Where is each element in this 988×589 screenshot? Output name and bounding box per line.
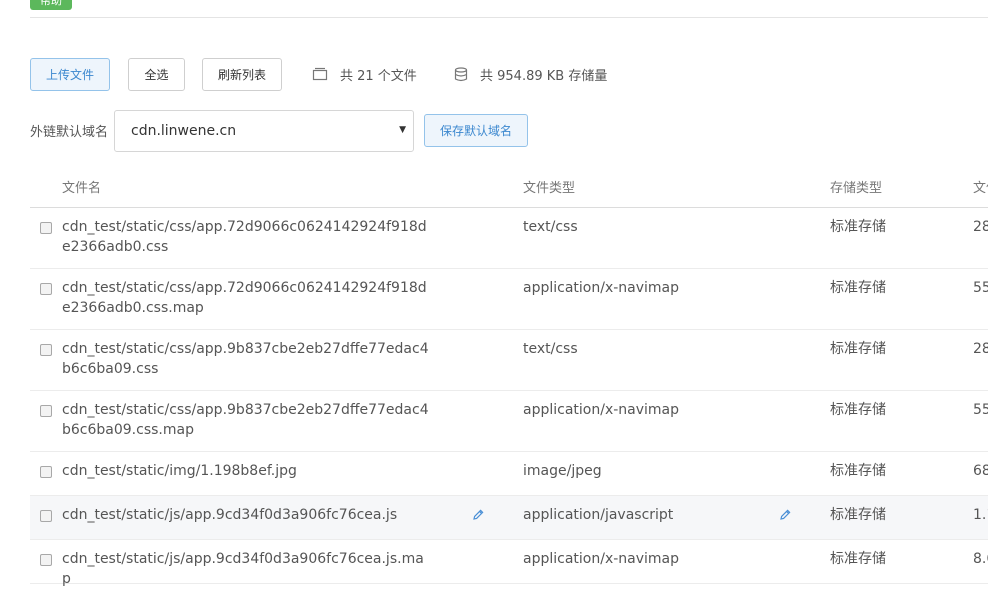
file-name: cdn_test/static/css/app.9b837cbe2eb27dff…	[62, 402, 429, 438]
divider	[30, 17, 988, 18]
row-checkbox[interactable]	[40, 405, 52, 417]
file-size: 68	[973, 463, 988, 479]
file-type: application/x-navimap	[523, 280, 680, 296]
edit-name-pencil-icon[interactable]	[471, 508, 485, 522]
database-icon	[454, 66, 468, 81]
storage-type: 标准存储	[830, 402, 886, 418]
storage-type: 标准存储	[830, 551, 886, 567]
file-size: 55	[973, 402, 988, 418]
file-type: text/css	[523, 219, 578, 235]
file-name: cdn_test/static/img/1.198b8ef.jpg	[62, 463, 297, 479]
file-type: application/javascript	[523, 507, 674, 523]
file-size: 55	[973, 280, 988, 296]
header-storage-type[interactable]: 存储类型	[830, 177, 882, 196]
row-checkbox[interactable]	[40, 344, 52, 356]
file-name: cdn_test/static/css/app.72d9066c06241429…	[62, 280, 427, 316]
file-box-icon	[312, 67, 328, 81]
save-default-domain-button[interactable]: 保存默认域名	[424, 114, 528, 147]
storage-type: 标准存储	[830, 507, 886, 523]
file-table: 文件名 文件类型 存储类型 文件大小 cdn_test/static/css/a…	[30, 164, 988, 587]
storage-type: 标准存储	[830, 341, 886, 357]
file-name: cdn_test/static/css/app.72d9066c06241429…	[62, 219, 427, 255]
storage-total-stat: 共 954.89 KB 存储量	[454, 64, 607, 84]
header-file-type[interactable]: 文件类型	[523, 177, 575, 196]
file-type: text/css	[523, 341, 578, 357]
table-row[interactable]: cdn_test/static/css/app.72d9066c06241429…	[30, 208, 988, 269]
file-name: cdn_test/static/css/app.9b837cbe2eb27dff…	[62, 341, 429, 377]
refresh-list-button[interactable]: 刷新列表	[202, 58, 282, 91]
file-size: 28	[973, 341, 988, 357]
file-type: application/x-navimap	[523, 402, 680, 418]
row-checkbox[interactable]	[40, 510, 52, 522]
file-size: 8.6	[973, 551, 988, 567]
selected-domain: cdn.linwene.cn	[131, 123, 237, 139]
table-row[interactable]: cdn_test/static/js/app.9cd34f0d3a906fc76…	[30, 540, 988, 587]
file-count-stat: 共 21 个文件	[312, 64, 417, 84]
storage-type: 标准存储	[830, 463, 886, 479]
table-row[interactable]: cdn_test/static/css/app.9b837cbe2eb27dff…	[30, 330, 988, 391]
row-checkbox[interactable]	[40, 554, 52, 566]
file-count-text: 共 21 个文件	[340, 68, 417, 84]
edit-type-pencil-icon[interactable]	[778, 508, 792, 522]
storage-total-text: 共 954.89 KB 存储量	[480, 68, 608, 84]
file-name: cdn_test/static/js/app.9cd34f0d3a906fc76…	[62, 551, 424, 587]
table-row[interactable]: cdn_test/static/img/1.198b8ef.jpg image/…	[30, 452, 988, 496]
default-domain-label: 外链默认域名	[30, 125, 109, 140]
row-checkbox[interactable]	[40, 466, 52, 478]
caret-down-icon: ▼	[399, 125, 406, 135]
table-row[interactable]: cdn_test/static/css/app.72d9066c06241429…	[30, 269, 988, 330]
file-size: 1.1	[973, 507, 988, 523]
header-file-size[interactable]: 文件大小	[973, 177, 988, 196]
table-row[interactable]: cdn_test/static/css/app.9b837cbe2eb27dff…	[30, 391, 988, 452]
file-name: cdn_test/static/js/app.9cd34f0d3a906fc76…	[62, 507, 398, 523]
row-checkbox[interactable]	[40, 283, 52, 295]
header-file-name[interactable]: 文件名	[62, 177, 101, 196]
file-type: image/jpeg	[523, 463, 602, 479]
storage-type: 标准存储	[830, 219, 886, 235]
table-header: 文件名 文件类型 存储类型 文件大小	[30, 164, 988, 208]
default-domain-select[interactable]: cdn.linwene.cn ▼	[114, 110, 414, 152]
file-type: application/x-navimap	[523, 551, 680, 567]
help-button[interactable]: 帮助	[30, 0, 72, 10]
select-all-button[interactable]: 全选	[128, 58, 185, 91]
storage-type: 标准存储	[830, 280, 886, 296]
upload-file-button[interactable]: 上传文件	[30, 58, 110, 91]
file-size: 28	[973, 219, 988, 235]
row-checkbox[interactable]	[40, 222, 52, 234]
table-row[interactable]: cdn_test/static/js/app.9cd34f0d3a906fc76…	[30, 496, 988, 540]
